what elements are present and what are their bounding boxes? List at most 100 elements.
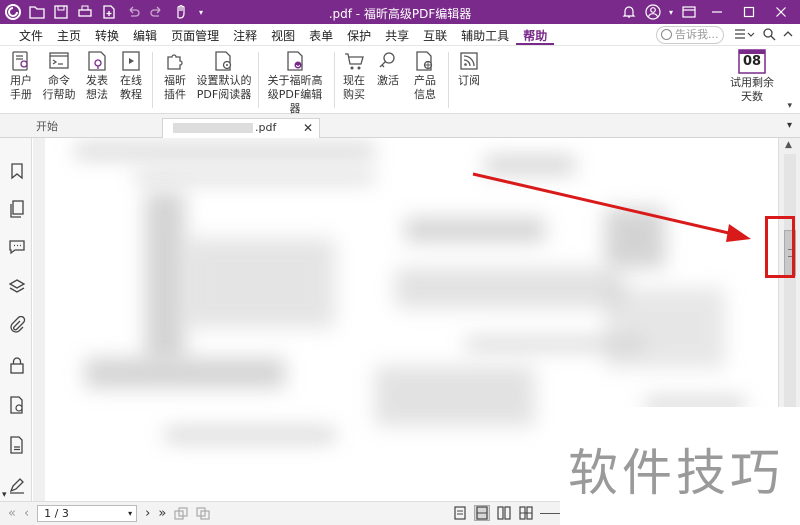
default-reader-label-1: 设置默认的: [196, 74, 252, 87]
page-number-field[interactable]: 1 / 3 ▾: [37, 505, 138, 522]
previous-page-icon[interactable]: ‹: [24, 506, 29, 521]
feedback-label-1: 发表: [86, 74, 108, 87]
activate-button[interactable]: 激活: [375, 50, 401, 88]
tutorial-button[interactable]: 在线 教程: [118, 50, 144, 102]
subscribe-label: 订阅: [458, 74, 480, 87]
menu-edit[interactable]: 编辑: [126, 27, 164, 45]
about-label-2: 级PDF编辑器: [267, 88, 323, 115]
default-reader-label-2: PDF阅读器: [196, 88, 252, 101]
attachment-icon[interactable]: [8, 316, 26, 334]
buy-now-label-1: 现在: [343, 74, 365, 87]
plugins-button[interactable]: 福昕 插件: [162, 50, 188, 102]
tab-start[interactable]: 开始: [26, 118, 161, 138]
plugins-label-1: 福昕: [164, 74, 186, 87]
zoom-slider[interactable]: [540, 513, 560, 514]
puzzle-icon: [164, 50, 186, 72]
signature-document-icon[interactable]: [8, 396, 26, 414]
menu-comment[interactable]: 注释: [226, 27, 264, 45]
ribbon-help: 用户 手册 命令 行帮助 发表 想法 在线 教程 福昕 插件 设置默认的 PDF…: [0, 46, 800, 116]
menu-share[interactable]: 共享: [378, 27, 416, 45]
navigation-panel: ▸ ▾: [0, 138, 38, 501]
comments-icon[interactable]: [8, 238, 26, 256]
scroll-up-arrow-icon[interactable]: ▲: [785, 140, 792, 150]
tab-document-label: .pdf: [255, 121, 277, 134]
watermark-text: 软件技巧: [568, 444, 784, 502]
close-button[interactable]: [766, 2, 796, 22]
default-reader-button[interactable]: 设置默认的 PDF阅读器: [196, 50, 252, 102]
previous-view-icon[interactable]: [174, 506, 188, 521]
ribbon-separator: [448, 52, 449, 108]
single-page-view-icon[interactable]: [452, 505, 468, 521]
pages-icon[interactable]: [8, 200, 26, 218]
buy-now-button[interactable]: 现在 购买: [341, 50, 367, 102]
rss-icon: [458, 50, 480, 72]
two-page-view-icon[interactable]: [496, 505, 512, 521]
minimize-button[interactable]: [702, 2, 732, 22]
menu-view[interactable]: 视图: [264, 27, 302, 45]
tab-start-label: 开始: [36, 120, 58, 133]
ribbon-display-icon[interactable]: [678, 2, 700, 22]
tab-document[interactable]: .pdf ✕: [162, 118, 320, 138]
menu-accessibility[interactable]: 辅助工具: [454, 27, 516, 45]
page-dropdown-icon[interactable]: ▾: [128, 506, 132, 521]
menu-help[interactable]: 帮助: [516, 27, 555, 45]
layers-icon[interactable]: [8, 278, 26, 296]
menu-protect[interactable]: 保护: [340, 27, 378, 45]
tab-list-dropdown-icon[interactable]: ▾: [787, 120, 792, 131]
last-page-icon[interactable]: »: [158, 506, 166, 521]
document-properties-icon[interactable]: [8, 436, 26, 454]
menu-organize[interactable]: 页面管理: [164, 27, 226, 45]
menu-items: 文件 主页 转换 编辑 页面管理 注释 视图 表单 保护 共享 互联 辅助工具 …: [12, 27, 555, 45]
bookmark-icon[interactable]: [8, 162, 26, 180]
menu-connect[interactable]: 互联: [416, 27, 454, 45]
command-help-button[interactable]: 命令 行帮助: [42, 50, 76, 102]
plugins-label-2: 插件: [164, 88, 186, 101]
sidebar-more-icon[interactable]: ▾: [2, 490, 7, 500]
tutorial-icon: [120, 50, 142, 72]
menu-form[interactable]: 表单: [302, 27, 340, 45]
next-page-icon[interactable]: ›: [145, 506, 150, 521]
trial-days-count: 08: [742, 54, 762, 69]
layout-options-icon[interactable]: [734, 27, 756, 41]
menu-home[interactable]: 主页: [50, 27, 88, 45]
cart-icon: [343, 50, 365, 72]
subscribe-button[interactable]: 订阅: [456, 50, 482, 88]
trial-days-button[interactable]: 08 试用剩余 天数: [726, 48, 778, 104]
about-label-1: 关于福昕高: [267, 74, 323, 87]
about-button[interactable]: 关于福昕高 级PDF编辑器: [264, 50, 326, 116]
feedback-button[interactable]: 发表 想法: [84, 50, 110, 102]
menu-convert[interactable]: 转换: [88, 27, 126, 45]
key-search-icon: [377, 50, 399, 72]
tell-me-search[interactable]: 告诉我...: [656, 26, 724, 44]
document-tab-bar: 开始 .pdf ✕ ▾: [0, 114, 800, 138]
bell-icon[interactable]: [618, 2, 640, 22]
command-help-label-1: 命令: [48, 74, 70, 87]
sign-pen-icon[interactable]: [8, 476, 26, 494]
menu-file[interactable]: 文件: [12, 27, 50, 45]
ribbon-separator: [258, 52, 259, 108]
account-icon[interactable]: [642, 2, 664, 22]
activate-label: 激活: [377, 74, 399, 87]
user-manual-button[interactable]: 用户 手册: [8, 50, 34, 102]
product-info-icon: [414, 50, 436, 72]
feedback-label-2: 想法: [86, 88, 108, 101]
security-lock-icon[interactable]: [8, 356, 26, 374]
close-tab-icon[interactable]: ✕: [303, 119, 313, 137]
next-view-icon[interactable]: [196, 506, 210, 521]
user-manual-label-1: 用户: [10, 74, 32, 87]
first-page-icon[interactable]: «: [8, 506, 16, 521]
product-info-button[interactable]: 产品 信息: [410, 50, 440, 102]
page-layout-controls: [452, 505, 534, 521]
search-icon[interactable]: [762, 27, 776, 41]
maximize-button[interactable]: [734, 2, 764, 22]
ribbon-collapse-icon[interactable]: [782, 27, 794, 41]
product-info-label-2: 信息: [414, 88, 436, 101]
buy-now-label-2: 购买: [343, 88, 365, 101]
lightbulb-icon: [661, 29, 672, 40]
account-dropdown-icon[interactable]: ▾: [666, 2, 676, 22]
about-icon: [284, 50, 306, 72]
scrollbar-highlight-box: [765, 216, 795, 278]
two-page-continuous-icon[interactable]: [518, 505, 534, 521]
continuous-view-icon[interactable]: [474, 505, 490, 521]
ribbon-expand-icon[interactable]: ▾: [787, 101, 792, 111]
